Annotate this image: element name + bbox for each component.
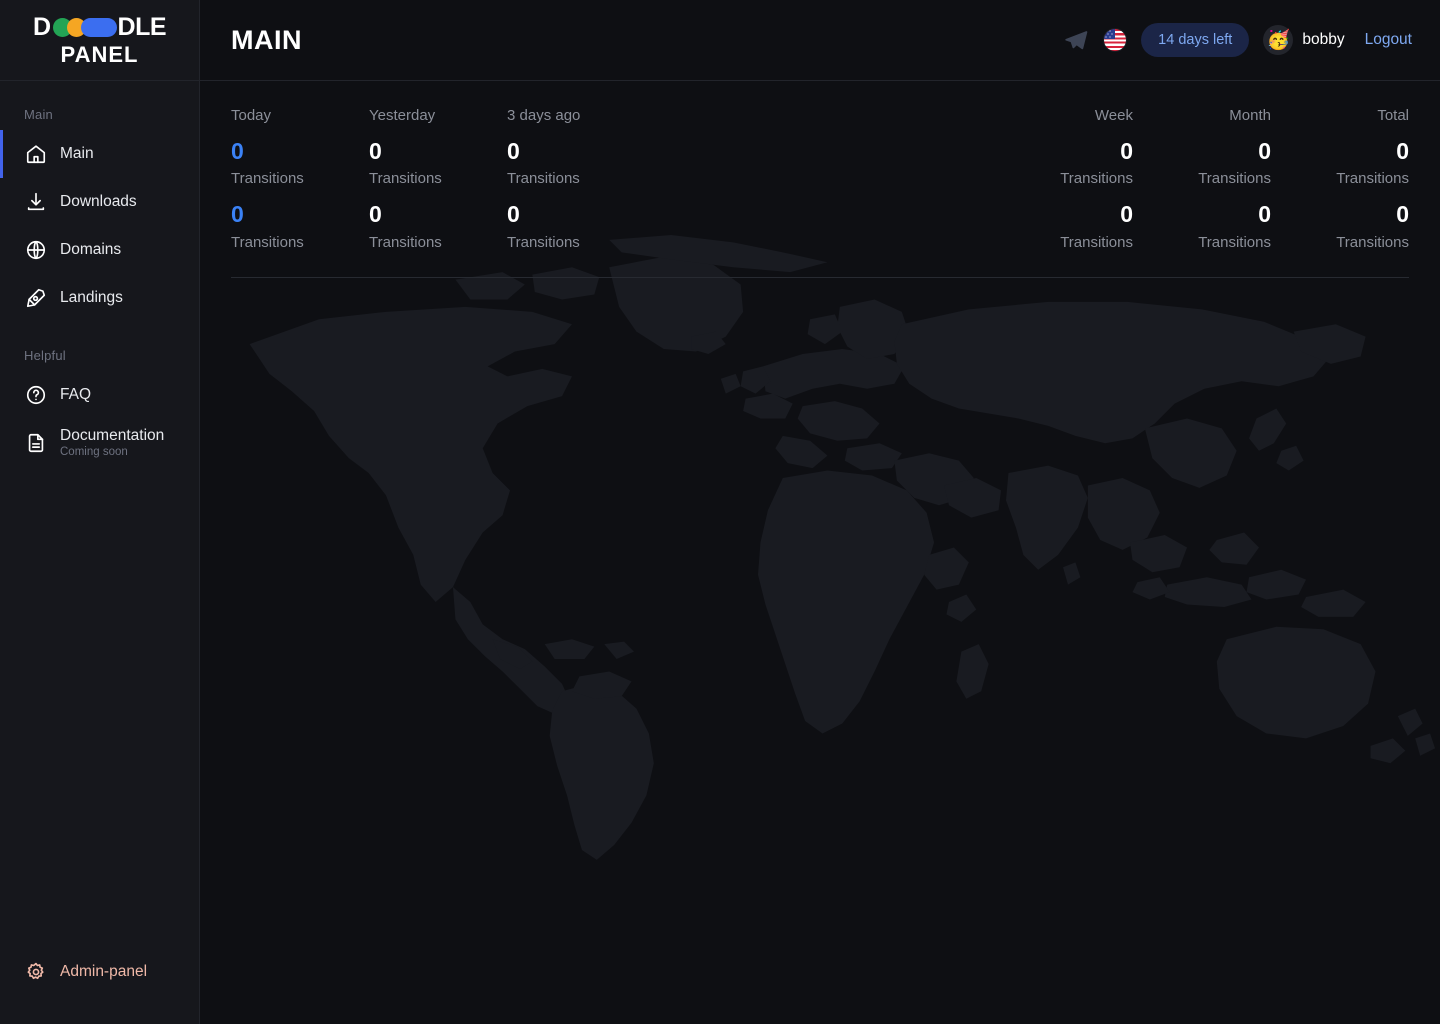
- sidebar-item-label: Main: [60, 145, 94, 163]
- stats-spacer: [687, 228, 995, 265]
- stats-value-total-1: 0: [1396, 138, 1409, 164]
- brand-logo-shapes: [52, 18, 117, 37]
- sidebar-item-label: Domains: [60, 241, 122, 259]
- telegram-icon[interactable]: [1063, 27, 1089, 53]
- stats-col-header-3days: 3 days ago: [507, 107, 581, 124]
- sidebar-item-sublabel: Coming soon: [60, 445, 128, 458]
- stats-value-week-2: 0: [1120, 201, 1133, 228]
- flag-canton: [1104, 29, 1116, 39]
- stats-value-month-1: 0: [1258, 138, 1271, 164]
- brand-logo-subtitle: PANEL: [60, 41, 139, 67]
- brand-logo-wordmark: D DLE: [32, 13, 167, 41]
- header-actions: 14 days left 🥳 bobby Logout: [1063, 23, 1412, 57]
- stats-sublabel: Transitions: [1336, 170, 1409, 188]
- sidebar-item-label: Documentation: [60, 426, 165, 444]
- sidebar-item-label: Admin-panel: [60, 963, 148, 981]
- stats-col-header-total: Total: [1377, 107, 1409, 124]
- us-flag-icon[interactable]: [1103, 28, 1128, 52]
- sidebar-item-landings[interactable]: Landings: [0, 274, 199, 322]
- logout-link[interactable]: Logout: [1365, 31, 1412, 49]
- sidebar-item-label: FAQ: [60, 386, 92, 404]
- stats-spacer: [687, 164, 995, 201]
- stats-sublabel: Transitions: [1336, 233, 1409, 251]
- stats-sublabel: Transitions: [1198, 233, 1271, 251]
- sidebar-item-main[interactable]: Main: [0, 130, 199, 178]
- stats-sublabel: Transitions: [1198, 170, 1271, 188]
- sidebar-item-downloads[interactable]: Downloads: [0, 178, 199, 226]
- stats-grid: Today Yesterday 3 days ago Week Month To…: [231, 81, 1409, 265]
- top-header: MAIN 14 days left 🥳 bobby Logout: [200, 0, 1440, 81]
- stats-sublabel: Transitions: [369, 233, 442, 251]
- days-left-badge[interactable]: 14 days left: [1141, 23, 1250, 57]
- stats-sublabel: Transitions: [1060, 170, 1133, 188]
- stats-value-today-2: 0: [231, 201, 244, 228]
- sidebar-item-admin-panel[interactable]: Admin-panel: [0, 948, 199, 996]
- sidebar-item-documentation[interactable]: Documentation Coming soon: [0, 419, 199, 467]
- stats-sublabel: Transitions: [507, 170, 580, 188]
- stats-value-yesterday-2: 0: [369, 201, 382, 228]
- stats-value-yesterday-1: 0: [369, 138, 382, 164]
- sidebar: D DLE PANEL Main Main Downloads Domains …: [0, 0, 200, 1024]
- sidebar-section-label-main: Main: [24, 107, 53, 122]
- brand-logo-suffix: DLE: [117, 13, 167, 41]
- logo-blue-pill: [80, 18, 117, 37]
- download-icon: [24, 190, 48, 214]
- main-area: MAIN 14 days left 🥳 bobby Logout Today Y…: [200, 0, 1440, 1024]
- stats-value-3days-1: 0: [507, 138, 520, 164]
- stats-sublabel: Transitions: [231, 233, 304, 251]
- pen-nib-icon: [24, 286, 48, 310]
- stats-sublabel: Transitions: [507, 233, 580, 251]
- stats-col-header-yesterday: Yesterday: [369, 107, 436, 124]
- stats-divider: [231, 276, 1409, 278]
- sidebar-item-domains[interactable]: Domains: [0, 226, 199, 274]
- stats-col-header-today: Today: [231, 107, 272, 124]
- stats-value-3days-2: 0: [507, 201, 520, 228]
- stats-value-week-1: 0: [1120, 138, 1133, 164]
- home-icon: [24, 142, 48, 166]
- stats-spacer: [687, 107, 995, 138]
- stats-value-total-2: 0: [1396, 201, 1409, 228]
- document-icon: [24, 431, 48, 455]
- sidebar-item-label: Landings: [60, 289, 123, 307]
- sidebar-item-faq[interactable]: FAQ: [0, 371, 199, 419]
- page-title: MAIN: [231, 24, 302, 55]
- username-label: bobby: [1302, 31, 1345, 48]
- brand-logo-prefix: D: [32, 13, 51, 41]
- stats-col-header-month: Month: [1229, 107, 1271, 124]
- sidebar-section-label-helpful: Helpful: [24, 348, 66, 363]
- gear-icon: [24, 960, 48, 984]
- stats-panel: Today Yesterday 3 days ago Week Month To…: [200, 81, 1440, 278]
- stats-value-today-1: 0: [231, 138, 244, 164]
- stats-spacer: [687, 201, 995, 227]
- sidebar-item-label: Downloads: [60, 193, 137, 211]
- brand-logo[interactable]: D DLE PANEL: [0, 0, 199, 81]
- stats-sublabel: Transitions: [369, 170, 442, 188]
- content-area: Today Yesterday 3 days ago Week Month To…: [200, 81, 1440, 1024]
- stats-value-month-2: 0: [1258, 201, 1271, 228]
- globe-icon: [24, 238, 48, 262]
- stats-sublabel: Transitions: [231, 170, 304, 188]
- question-circle-icon: [24, 383, 48, 407]
- stats-spacer: [687, 138, 995, 164]
- avatar[interactable]: 🥳: [1263, 25, 1294, 55]
- stats-col-header-week: Week: [1094, 107, 1133, 124]
- stats-sublabel: Transitions: [1060, 233, 1133, 251]
